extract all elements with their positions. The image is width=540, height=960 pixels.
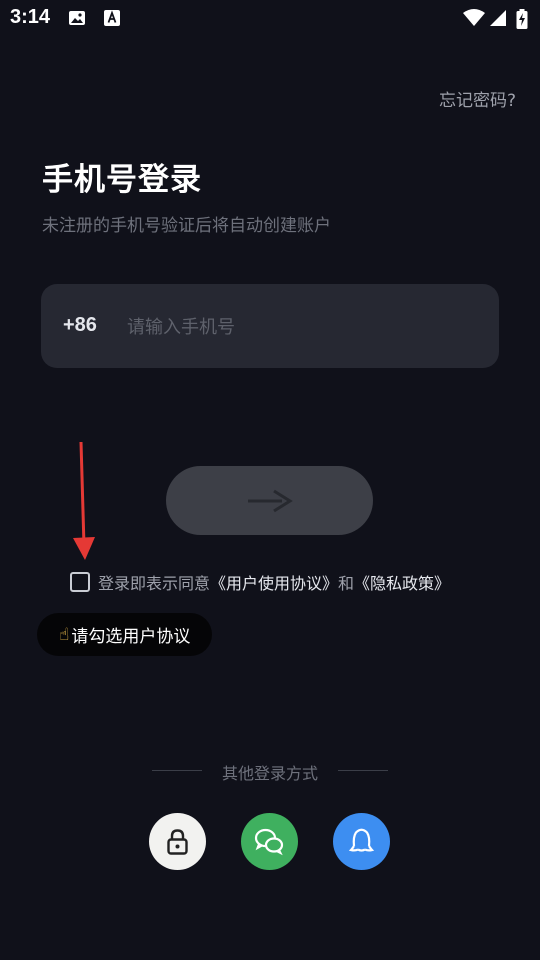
image-icon xyxy=(68,9,86,27)
divider-line-right xyxy=(338,770,388,771)
agreement-checkbox[interactable] xyxy=(70,572,90,592)
agreement-prefix: 登录即表示同意 xyxy=(98,574,211,593)
qq-icon xyxy=(348,828,375,852)
tooltip-text: 请勾选用户协议 xyxy=(71,627,191,647)
qq-login-button[interactable] xyxy=(333,813,390,870)
lock-icon xyxy=(167,829,188,855)
password-login-button[interactable] xyxy=(149,813,206,870)
agreement-conjunction: 和 xyxy=(338,574,355,593)
login-screen: 3:14 忘记密码? 手机号登录 未注册的手机号验证后将自动创建账户 +86 请… xyxy=(0,0,540,960)
other-login-label: 其他登录方式 xyxy=(221,764,318,783)
status-bar: 3:14 xyxy=(0,0,540,36)
user-agreement-link[interactable]: 《用户使用协议》 xyxy=(210,574,338,593)
wechat-login-button[interactable] xyxy=(241,813,298,870)
agreement-text: 登录即表示同意《用户使用协议》和《隐私政策》 xyxy=(98,570,450,594)
other-login-divider: 其他登录方式 xyxy=(0,760,540,783)
a-icon xyxy=(103,9,121,27)
privacy-policy-link[interactable]: 《隐私政策》 xyxy=(354,574,450,593)
signal-icon xyxy=(489,9,507,27)
arrow-right-icon xyxy=(248,489,293,513)
agreement-tooltip: ☝ 请勾选用户协议 xyxy=(37,613,213,656)
page-subtitle: 未注册的手机号验证后将自动创建账户 xyxy=(42,216,331,236)
forgot-password-link[interactable]: 忘记密码? xyxy=(439,86,516,111)
wifi-icon xyxy=(462,9,486,27)
country-code[interactable]: +86 xyxy=(63,314,97,337)
hint-arrow-icon xyxy=(68,440,98,569)
next-button[interactable] xyxy=(166,466,373,535)
phone-input-box[interactable]: +86 xyxy=(41,284,499,368)
page-title: 手机号登录 xyxy=(42,162,202,198)
battery-charging-icon xyxy=(516,9,528,29)
phone-input[interactable] xyxy=(125,306,469,348)
wechat-icon xyxy=(254,828,284,856)
pointing-hand-icon: ☝ xyxy=(59,624,70,645)
status-time: 3:14 xyxy=(10,6,51,28)
